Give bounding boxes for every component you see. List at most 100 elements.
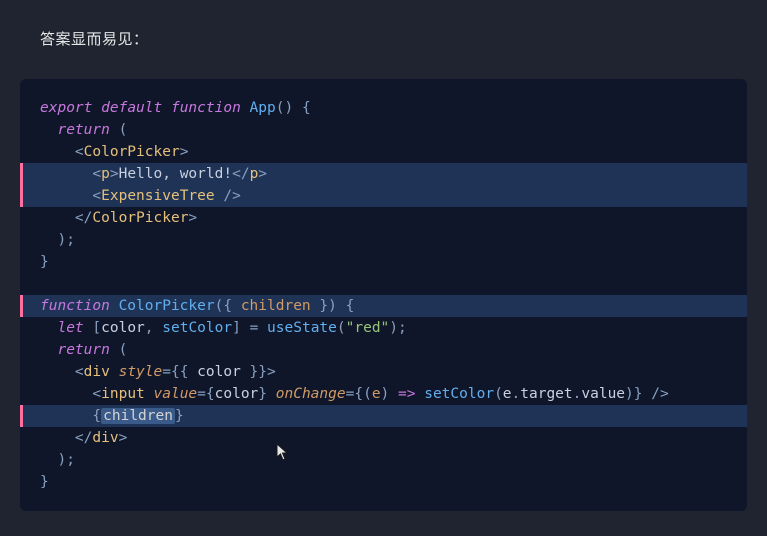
code-line: <div style={{ color }}> xyxy=(20,361,747,383)
code-token xyxy=(241,320,250,336)
code-token xyxy=(40,122,57,138)
code-token: color xyxy=(101,320,145,336)
code-line: <p>Hello, world!</p> xyxy=(20,163,747,185)
code-line: } xyxy=(20,251,747,273)
code-token xyxy=(162,100,171,116)
code-line: let [color, setColor] = useState("red"); xyxy=(20,317,747,339)
code-token: ColorPicker xyxy=(84,144,180,160)
caption-text: 答案显而易见： xyxy=(40,28,747,49)
code-token: < xyxy=(75,144,84,160)
code-line: </ColorPicker> xyxy=(20,207,747,229)
code-token xyxy=(293,100,302,116)
code-token: color xyxy=(197,364,241,380)
code-token: ); xyxy=(57,232,74,248)
code-token: return xyxy=(57,342,109,358)
code-token: default xyxy=(101,100,162,116)
code-token xyxy=(40,210,75,226)
code-token: input xyxy=(101,386,145,402)
code-token: > xyxy=(110,166,119,182)
code-token: return xyxy=(57,122,109,138)
code-token xyxy=(40,276,49,292)
code-line: export default function App() { xyxy=(20,97,747,119)
code-token: ({ xyxy=(215,298,241,314)
code-token: => xyxy=(398,386,415,402)
code-token: div xyxy=(92,430,118,446)
code-token: > xyxy=(180,144,189,160)
code-token: </ xyxy=(232,166,249,182)
code-token xyxy=(241,100,250,116)
code-token: Hello, world! xyxy=(119,166,233,182)
code-token: div xyxy=(84,364,110,380)
code-token: setColor xyxy=(424,386,494,402)
code-token xyxy=(40,320,57,336)
code-token xyxy=(40,232,57,248)
code-token: ); xyxy=(57,452,74,468)
code-line: <input value={color} onChange={(e) => se… xyxy=(20,383,747,405)
code-token: } xyxy=(258,386,275,402)
code-token: children xyxy=(101,408,175,424)
code-token xyxy=(110,298,119,314)
code-token: p xyxy=(101,166,110,182)
code-token: { xyxy=(302,100,311,116)
code-token xyxy=(110,342,119,358)
code-token: } xyxy=(40,474,49,490)
code-token: ] xyxy=(232,320,241,336)
code-token: { xyxy=(92,408,101,424)
code-token: </ xyxy=(75,430,92,446)
code-token: onChange xyxy=(276,386,346,402)
code-token: value xyxy=(154,386,198,402)
code-token xyxy=(40,166,92,182)
code-token: children xyxy=(241,298,311,314)
code-token: value xyxy=(581,386,625,402)
code-token: > xyxy=(258,166,267,182)
code-token: ={{ xyxy=(162,364,197,380)
code-token: ColorPicker xyxy=(119,298,215,314)
code-token: target xyxy=(520,386,572,402)
code-token: < xyxy=(92,166,101,182)
code-block: export default function App() { return (… xyxy=(20,79,747,511)
code-line: {children} xyxy=(20,405,747,427)
code-line: </div> xyxy=(20,427,747,449)
code-token: < xyxy=(75,364,84,380)
code-line: return ( xyxy=(20,119,747,141)
code-token xyxy=(40,144,75,160)
code-token xyxy=(40,188,92,204)
code-token: } xyxy=(40,254,49,270)
code-line: ); xyxy=(20,449,747,471)
code-token xyxy=(40,408,92,424)
code-token xyxy=(40,452,57,468)
code-token xyxy=(337,298,346,314)
code-line: ); xyxy=(20,229,747,251)
code-token: = xyxy=(250,320,267,336)
code-token: function xyxy=(40,298,110,314)
code-token: ( xyxy=(494,386,503,402)
code-token: setColor xyxy=(162,320,232,336)
code-token xyxy=(40,342,57,358)
code-token xyxy=(415,386,424,402)
code-token: }}> xyxy=(241,364,276,380)
code-token xyxy=(40,430,75,446)
code-token xyxy=(40,364,75,380)
code-token xyxy=(110,122,119,138)
code-token: /> xyxy=(223,188,240,204)
code-token: ColorPicker xyxy=(92,210,188,226)
code-token xyxy=(110,364,119,380)
code-line xyxy=(20,273,747,295)
code-token: export xyxy=(40,100,92,116)
code-token: </ xyxy=(75,210,92,226)
code-token: ={ xyxy=(197,386,214,402)
code-token: , xyxy=(145,320,162,336)
code-token: ); xyxy=(389,320,406,336)
code-token: color xyxy=(215,386,259,402)
code-token: () xyxy=(276,100,293,116)
code-token: }) xyxy=(311,298,337,314)
code-token: ( xyxy=(337,320,346,336)
code-line: function ColorPicker({ children }) { xyxy=(20,295,747,317)
code-token: e xyxy=(503,386,512,402)
code-token: App xyxy=(250,100,276,116)
code-token: < xyxy=(92,386,101,402)
code-line: } xyxy=(20,471,747,493)
code-token: { xyxy=(346,298,355,314)
code-token: > xyxy=(119,430,128,446)
code-token: } xyxy=(175,408,184,424)
